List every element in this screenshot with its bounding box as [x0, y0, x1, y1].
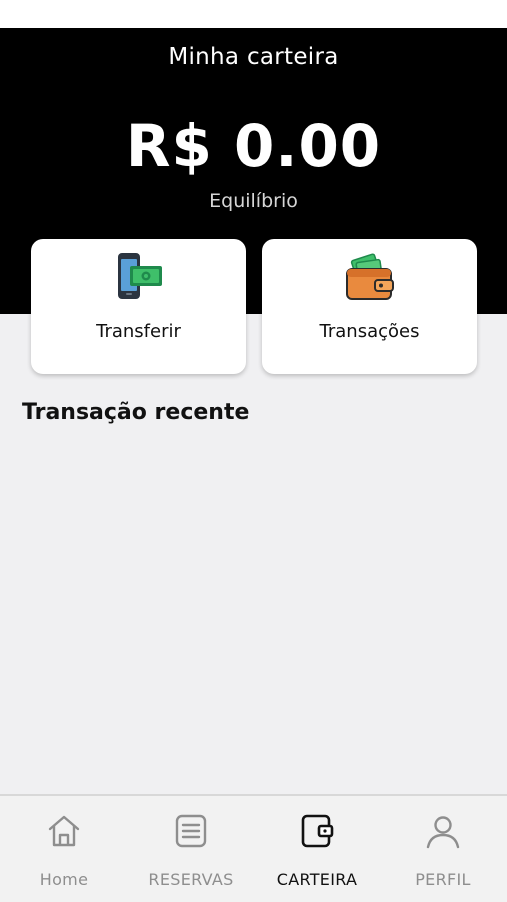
- balance-label: Equilíbrio: [209, 190, 298, 212]
- nav-item-perfil[interactable]: PERFIL: [380, 796, 506, 902]
- phone-money-transfer-icon: [117, 253, 162, 299]
- nav-item-carteira[interactable]: CARTEIRA: [254, 796, 380, 902]
- nav-label-reservas: RESERVAS: [148, 870, 234, 889]
- balance-amount: R$ 0.00: [125, 112, 382, 180]
- status-bar: [0, 0, 507, 28]
- wallet-money-icon: [345, 253, 394, 300]
- transfer-label: Transferir: [96, 321, 181, 342]
- wallet-icon: [301, 814, 334, 848]
- nav-item-reservas[interactable]: RESERVAS: [128, 796, 254, 902]
- page-title: Minha carteira: [168, 44, 339, 70]
- transactions-label: Transações: [319, 321, 420, 342]
- home-icon: [48, 815, 80, 847]
- transfer-button[interactable]: Transferir: [31, 239, 246, 374]
- recent-transactions-heading: Transação recente: [22, 400, 250, 425]
- user-icon: [426, 816, 460, 849]
- nav-label-carteira: CARTEIRA: [276, 870, 358, 889]
- nav-item-home[interactable]: Home: [1, 796, 127, 902]
- nav-label-perfil: PERFIL: [415, 870, 471, 889]
- bottom-navigation: Home RESERVAS CARTEIRA PERFIL: [0, 794, 507, 902]
- list-document-icon: [175, 814, 207, 848]
- transactions-button[interactable]: Transações: [262, 239, 477, 374]
- nav-label-home: Home: [39, 870, 89, 889]
